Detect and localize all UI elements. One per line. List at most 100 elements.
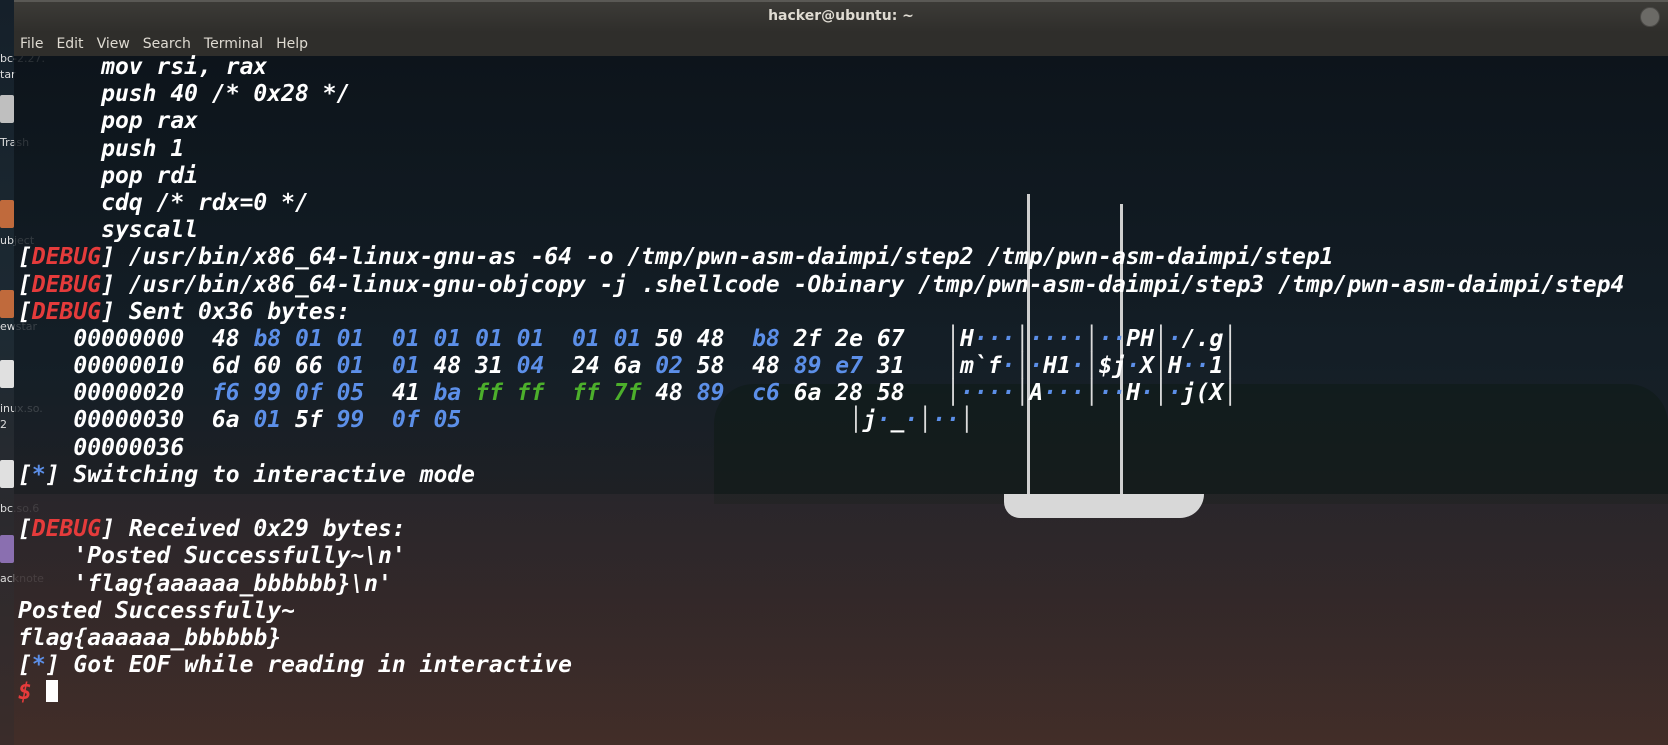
hexdump-row: 00000010 6d 60 66 01 01 48 31 04 24 6a 0…: [18, 353, 1668, 380]
menu-edit[interactable]: Edit: [50, 36, 90, 52]
ascii-separator: │: [1015, 325, 1030, 352]
folder-icon[interactable]: [0, 290, 14, 318]
ascii-separator: │: [1015, 353, 1030, 380]
ascii-group: ··PH: [1098, 325, 1154, 352]
hex-byte: 01: [516, 325, 545, 352]
ascii-separator: │: [1084, 325, 1099, 352]
terminal-output[interactable]: mov rsi, rax push 40 /* 0x28 */ pop rax …: [14, 54, 1668, 745]
received-line: 'Posted Successfully~\n': [73, 543, 406, 570]
debug-line: [DEBUG] /usr/bin/x86_64-linux-gnu-as -64…: [18, 244, 1334, 271]
hex-byte: 89: [793, 353, 822, 380]
debug-line: [DEBUG] Sent 0x36 bytes:: [18, 298, 351, 325]
hex-byte: 02: [655, 353, 683, 380]
window-title: hacker@ubuntu: ~: [768, 8, 914, 24]
ascii-separator: │: [1223, 353, 1238, 380]
folder-icon[interactable]: [0, 200, 14, 228]
hexdump-row: 00000000 48 b8 01 01 01 01 01 01 01 01 5…: [18, 326, 1668, 353]
hex-byte: 7f: [613, 380, 642, 407]
hex-byte: b8: [752, 325, 780, 352]
desktop-label: 2: [0, 418, 7, 431]
ascii-group: ····: [1029, 325, 1085, 352]
hex-byte: 04: [516, 353, 545, 380]
hex-byte: 01: [475, 325, 503, 352]
hex-byte: c6: [752, 380, 780, 407]
hex-byte: 01: [253, 407, 282, 434]
hex-byte: 48: [696, 325, 725, 352]
hex-byte: ff: [572, 380, 600, 407]
ascii-group: ·/.g: [1167, 325, 1224, 352]
ascii-separator: │: [959, 407, 974, 434]
menu-terminal[interactable]: Terminal: [198, 36, 270, 52]
hex-byte: 58: [696, 353, 725, 380]
hex-byte: 31: [876, 353, 905, 380]
ascii-separator: │: [946, 353, 960, 380]
ascii-group: $j·X: [1098, 353, 1154, 380]
hex-byte: 31: [475, 353, 503, 380]
ascii-separator: │: [1015, 380, 1030, 407]
ascii-separator: │: [946, 380, 960, 407]
hex-byte: 6a: [793, 380, 822, 407]
hex-offset: 00000010: [18, 353, 212, 380]
menu-search[interactable]: Search: [137, 36, 198, 52]
hex-byte: 89: [696, 380, 725, 407]
file-icon[interactable]: [0, 360, 14, 388]
hex-byte: 6a: [211, 407, 240, 434]
hex-byte: 05: [336, 380, 365, 407]
close-icon[interactable]: [1640, 7, 1660, 27]
hex-byte: 48: [211, 325, 240, 352]
hex-byte: 67: [876, 325, 905, 352]
hex-byte: 01: [336, 325, 365, 352]
ascii-separator: │: [1154, 380, 1168, 407]
hex-byte: 48: [655, 380, 683, 407]
menu-file[interactable]: File: [14, 36, 50, 52]
output-line: Posted Successfully~: [18, 597, 295, 624]
hex-byte: 28: [835, 380, 863, 407]
hex-byte: 48: [433, 353, 462, 380]
text-cursor: [45, 680, 58, 703]
hex-byte: 01: [572, 325, 600, 352]
hex-byte: 99: [253, 380, 282, 407]
asm-line: mov rsi, rax: [101, 54, 268, 80]
hex-byte: 2f: [793, 325, 822, 352]
received-line: 'flag{aaaaaa_bbbbbb}\n': [73, 570, 392, 597]
hex-byte: e7: [835, 353, 863, 380]
hex-byte: f6: [211, 380, 240, 407]
hex-byte: 24: [572, 353, 600, 380]
ascii-separator: │: [946, 325, 960, 352]
hex-offset: 00000036: [18, 434, 212, 461]
menu-view[interactable]: View: [91, 36, 137, 52]
hex-byte: 2e: [835, 325, 863, 352]
hex-byte: 60: [253, 353, 282, 380]
hex-byte: 0f: [295, 380, 323, 407]
prompt-line[interactable]: $: [18, 679, 1668, 706]
hex-byte: 50: [655, 325, 683, 352]
output-line: flag{aaaaaa_bbbbbb}: [18, 624, 282, 651]
hex-byte: ff: [475, 380, 503, 407]
hexdump-row: 00000030 6a 01 5f 99 0f 05 │j·_·│··│: [18, 407, 1668, 434]
ascii-separator: │: [1223, 325, 1238, 352]
ascii-group: j·_·: [862, 407, 919, 434]
hex-offset: 00000030: [18, 407, 212, 434]
hex-byte: 01: [433, 325, 462, 352]
trash-icon[interactable]: [0, 95, 14, 123]
shell-prompt: $: [18, 679, 32, 706]
terminal-window[interactable]: hacker@ubuntu: ~ File Edit View Search T…: [14, 0, 1668, 745]
asm-line: pop rax: [101, 108, 199, 135]
hex-byte: ff: [516, 380, 545, 407]
hex-byte: 66: [295, 353, 323, 380]
ascii-separator: │: [918, 407, 933, 434]
file-icon[interactable]: [0, 535, 14, 563]
ascii-separator: │: [1084, 353, 1099, 380]
asm-line: push 40 /* 0x28 */: [101, 81, 351, 108]
hex-byte: 99: [336, 407, 365, 434]
hex-byte: 01: [295, 325, 323, 352]
ascii-group: ··: [932, 407, 960, 434]
menu-help[interactable]: Help: [270, 36, 315, 52]
hex-byte: 58: [876, 380, 905, 407]
window-titlebar[interactable]: hacker@ubuntu: ~: [14, 0, 1668, 32]
ascii-group: A···: [1029, 380, 1085, 407]
hex-offset: 00000000: [18, 325, 212, 352]
file-icon[interactable]: [0, 460, 14, 488]
hex-byte: 01: [336, 353, 365, 380]
